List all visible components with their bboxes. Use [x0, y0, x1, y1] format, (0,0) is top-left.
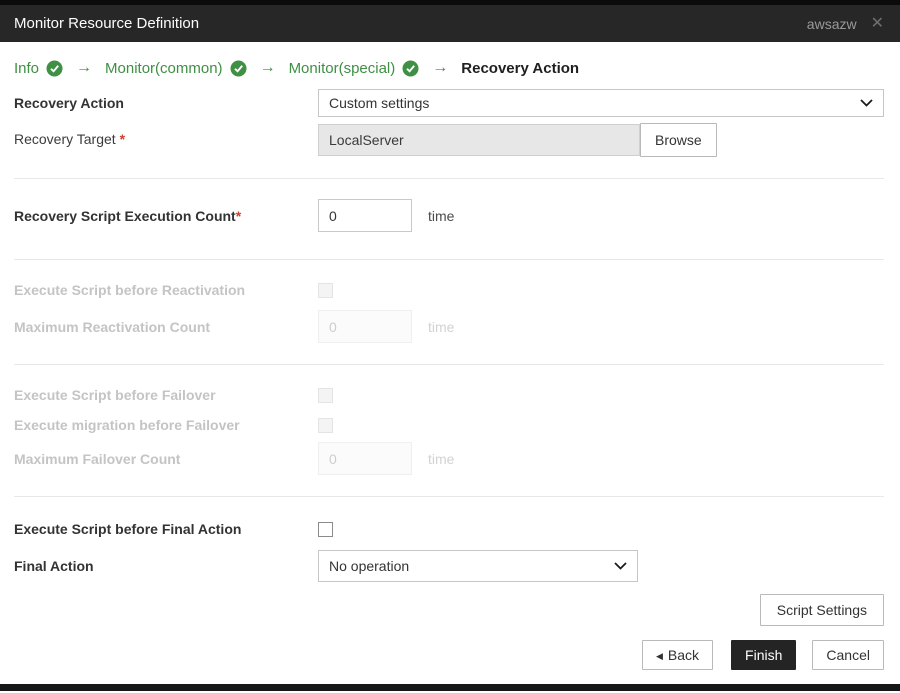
maximum-reactivation-count-input	[318, 310, 412, 343]
back-button[interactable]: ◀Back	[642, 640, 713, 670]
back-arrow-icon: ◀	[656, 651, 663, 661]
execute-script-before-final-action-label: Execute Script before Final Action	[14, 521, 318, 537]
arrow-right-icon: →	[432, 59, 448, 77]
maximum-failover-count-row: Maximum Failover Count time	[14, 442, 884, 475]
check-circle-icon	[230, 60, 247, 77]
maximum-failover-count-label: Maximum Failover Count	[14, 451, 318, 467]
monitor-resource-definition-dialog: Monitor Resource Definition awsazw ✕ Inf…	[0, 0, 900, 693]
execute-script-before-failover-row: Execute Script before Failover	[14, 387, 884, 403]
arrow-right-icon: →	[76, 59, 92, 77]
browse-button[interactable]: Browse	[640, 123, 717, 157]
chevron-down-icon	[860, 99, 873, 107]
recovery-target-field: LocalServer	[318, 124, 640, 156]
wizard-step-monitor-special[interactable]: Monitor(special)	[289, 60, 420, 77]
execute-migration-before-failover-checkbox	[318, 418, 333, 433]
recovery-action-value: Custom settings	[329, 95, 429, 111]
recovery-script-execution-count-row: Recovery Script Execution Count* time	[14, 199, 884, 232]
recovery-action-select[interactable]: Custom settings	[318, 89, 884, 117]
execute-script-before-reactivation-label: Execute Script before Reactivation	[14, 282, 318, 298]
execute-script-before-reactivation-checkbox	[318, 283, 333, 298]
required-asterisk: *	[236, 208, 241, 224]
arrow-right-icon: →	[260, 59, 276, 77]
execute-script-before-final-action-checkbox[interactable]	[318, 522, 333, 537]
recovery-action-label: Recovery Action	[14, 95, 318, 111]
required-asterisk: *	[120, 131, 125, 147]
final-action-row: Final Action No operation	[14, 550, 884, 582]
execute-script-before-final-action-row: Execute Script before Final Action	[14, 521, 884, 537]
section-divider	[14, 259, 884, 260]
final-action-value: No operation	[329, 558, 409, 574]
dialog-title: Monitor Resource Definition	[14, 15, 199, 32]
execute-migration-before-failover-label: Execute migration before Failover	[14, 417, 318, 433]
recovery-script-execution-count-input[interactable]	[318, 199, 412, 232]
resource-name-label: awsazw	[807, 16, 857, 32]
recovery-target-row: Recovery Target * LocalServer Browse	[14, 123, 884, 157]
recovery-action-row: Recovery Action Custom settings	[14, 89, 884, 117]
wizard-step-monitor-common[interactable]: Monitor(common)	[105, 60, 247, 77]
dialog-footer-buttons: ◀Back Finish Cancel	[14, 640, 884, 670]
check-circle-icon	[46, 60, 63, 77]
maximum-reactivation-count-row: Maximum Reactivation Count time	[14, 310, 884, 343]
execute-script-before-reactivation-row: Execute Script before Reactivation	[14, 282, 884, 298]
final-action-select[interactable]: No operation	[318, 550, 638, 582]
section-divider	[14, 364, 884, 365]
script-settings-button[interactable]: Script Settings	[760, 594, 884, 626]
execute-script-before-failover-checkbox	[318, 388, 333, 403]
section-divider	[14, 178, 884, 179]
unit-label: time	[428, 319, 454, 335]
dialog-titlebar: Monitor Resource Definition awsazw ✕	[0, 5, 900, 42]
chevron-down-icon	[614, 562, 627, 570]
check-circle-icon	[402, 60, 419, 77]
execute-script-before-failover-label: Execute Script before Failover	[14, 387, 318, 403]
wizard-breadcrumb: Info → Monitor(common) → Monitor(special…	[14, 59, 884, 77]
unit-label: time	[428, 208, 454, 224]
finish-button[interactable]: Finish	[731, 640, 796, 670]
final-action-label: Final Action	[14, 558, 318, 574]
recovery-target-label: Recovery Target *	[14, 131, 318, 147]
execute-migration-before-failover-row: Execute migration before Failover	[14, 417, 884, 433]
section-divider	[14, 496, 884, 497]
script-settings-row: Script Settings	[14, 594, 884, 626]
maximum-failover-count-input	[318, 442, 412, 475]
window-bottom-edge	[0, 684, 900, 691]
cancel-button[interactable]: Cancel	[812, 640, 884, 670]
close-icon[interactable]: ✕	[871, 16, 884, 32]
maximum-reactivation-count-label: Maximum Reactivation Count	[14, 319, 318, 335]
unit-label: time	[428, 451, 454, 467]
wizard-step-info[interactable]: Info	[14, 60, 63, 77]
recovery-script-execution-count-label: Recovery Script Execution Count*	[14, 208, 318, 224]
wizard-step-recovery-action: Recovery Action	[461, 60, 579, 77]
